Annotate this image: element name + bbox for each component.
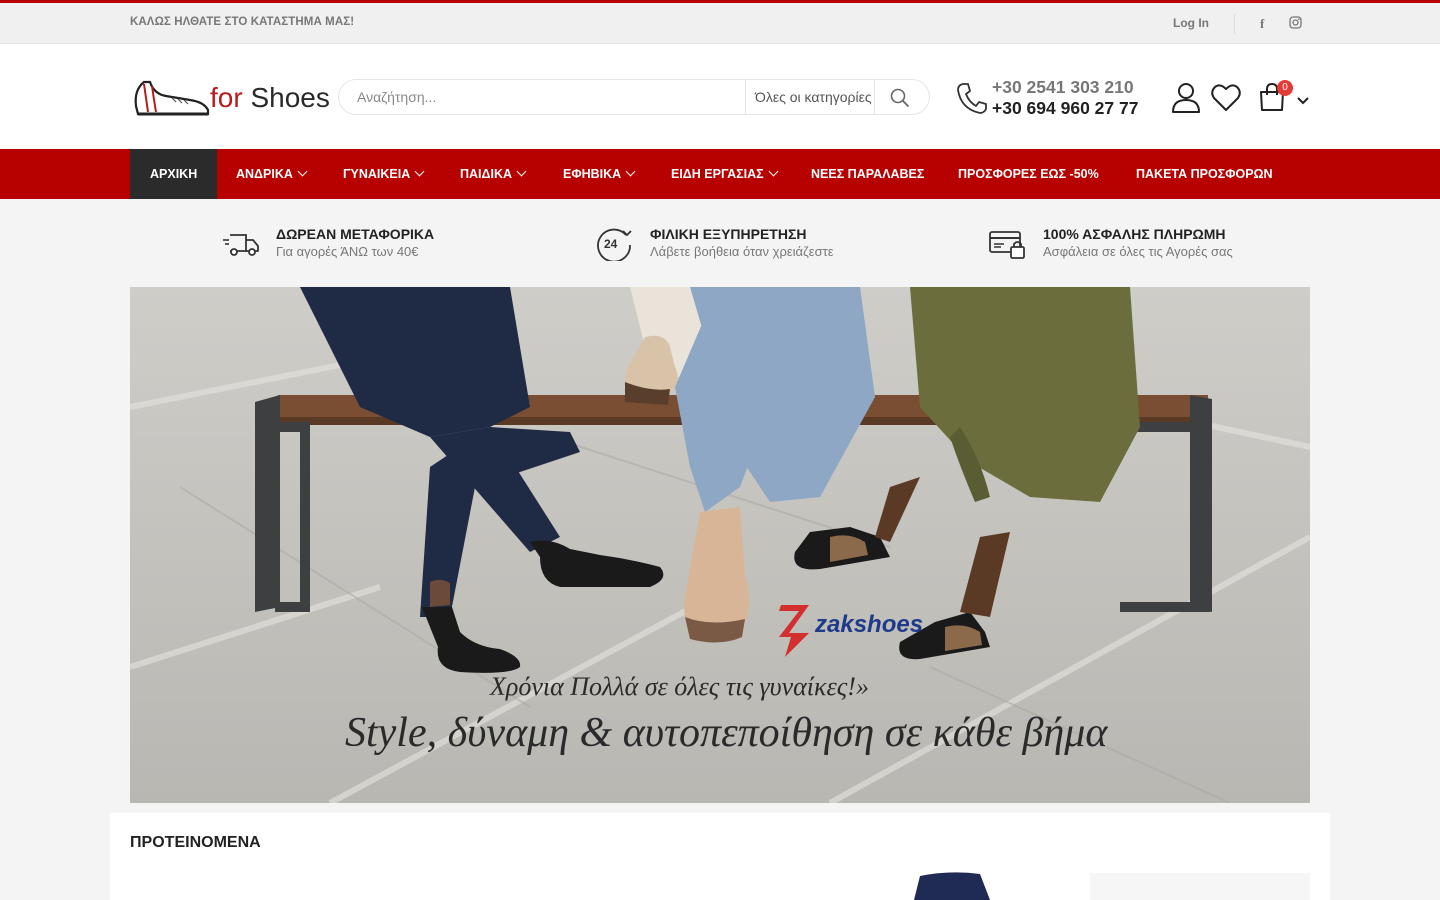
main-nav: ΑΡΧΙΚΗ ΑΝΔΡΙΚΑ ΓΥΝΑΙΚΕΙΑ ΠΑΙΔΙΚΑ ΕΦΗΒΙΚΑ… [0, 149, 1440, 199]
login-link[interactable]: Log In [1173, 16, 1209, 30]
product-image-partial[interactable] [1090, 873, 1310, 900]
hero-banner[interactable]: zakshoes Χρόνια Πολλά σε όλες τις γυναίκ… [130, 287, 1310, 803]
nav-item-offer-packages[interactable]: ΠΑΚΕΤΑ ΠΡΟΣΦΟΡΩΝ [1136, 149, 1273, 199]
divider [1234, 14, 1235, 34]
welcome-message: ΚΑΛΩΣ ΗΛΘΑΤΕ ΣΤΟ ΚΑΤΑΣΤΗΜΑ ΜΑΣ! [130, 16, 355, 28]
header: for Shoes Όλες οι κατηγορίες +30 2541 30… [0, 44, 1440, 149]
nav-item-women[interactable]: ΓΥΝΑΙΚΕΙΑ [343, 149, 425, 199]
feature-subtitle: Λάβετε βοήθεια όταν χρειάζεστε [650, 244, 834, 259]
secure-payment-icon [989, 225, 1027, 261]
chevron-down-icon [516, 166, 527, 177]
nav-item-offers[interactable]: ΠΡΟΣΦΟΡΕΣ ΕΩΣ -50% [958, 149, 1099, 199]
support-24-icon: 24 [596, 225, 634, 263]
nav-item-teens[interactable]: ΕΦΗΒΙΚΑ [563, 149, 636, 199]
phone-number-2[interactable]: +30 694 960 27 77 [992, 98, 1138, 119]
feature-title: ΔΩΡΕΑΝ ΜΕΤΑΦΟΡΙΚΑ [276, 226, 435, 242]
section-title: ΠΡΟΤΕΙΝΟΜΕΝΑ [130, 834, 261, 851]
shoe-logo-icon [134, 80, 210, 116]
phone-number-1[interactable]: +30 2541 303 210 [992, 77, 1138, 98]
user-account-icon[interactable] [1171, 82, 1201, 114]
instagram-icon[interactable] [1289, 16, 1302, 32]
logo-text: for Shoes [210, 82, 330, 113]
site-logo[interactable]: for Shoes [132, 76, 332, 121]
category-select[interactable]: Όλες οι κατηγορίες [745, 80, 875, 114]
chevron-down-icon [297, 166, 308, 177]
banner-caption-1: Χρόνια Πολλά σε όλες τις γυναίκες!» [490, 672, 869, 701]
zakshoes-brand-logo: zakshoes [775, 599, 925, 661]
product-image-partial[interactable] [910, 870, 1030, 900]
chevron-down-icon [768, 166, 779, 177]
features-bar: ΔΩΡΕΑΝ ΜΕΤΑΦΟΡΙΚΑ Για αγορές ΆΝΩ των 40€… [0, 199, 1440, 287]
nav-item-new-arrivals[interactable]: ΝΕΕΣ ΠΑΡΑΛΑΒΕΣ [811, 149, 924, 199]
search-bar: Όλες οι κατηγορίες [338, 79, 930, 115]
svg-text:24: 24 [604, 237, 618, 251]
chevron-down-icon [625, 166, 636, 177]
top-bar: ΚΑΛΩΣ ΗΛΘΑΤΕ ΣΤΟ ΚΑΤΑΣΤΗΜΑ ΜΑΣ! Log In f [0, 0, 1440, 44]
truck-icon [222, 225, 260, 261]
zakshoes-logo-icon [779, 605, 809, 657]
phone-numbers: +30 2541 303 210 +30 694 960 27 77 [992, 77, 1138, 119]
search-icon[interactable] [889, 87, 911, 109]
chevron-down-icon [414, 166, 425, 177]
nav-item-work-shoes[interactable]: ΕΙΔΗ ΕΡΓΑΣΙΑΣ [671, 149, 779, 199]
search-input[interactable] [357, 89, 737, 105]
chevron-down-icon[interactable] [1297, 92, 1309, 105]
nav-item-home[interactable]: ΑΡΧΙΚΗ [130, 149, 218, 199]
feature-subtitle: Ασφάλεια σε όλες τις Αγορές σας [1043, 244, 1233, 259]
feature-title: 100% ΑΣΦΑΛΗΣ ΠΛΗΡΩΜΗ [1043, 226, 1226, 242]
nav-item-men[interactable]: ΑΝΔΡΙΚΑ [236, 149, 308, 199]
cart-count-badge: 0 [1277, 80, 1293, 96]
feature-subtitle: Για αγορές ΆΝΩ των 40€ [276, 244, 419, 259]
featured-products-section: ΠΡΟΤΕΙΝΟΜΕΝΑ [110, 813, 1330, 900]
phone-icon [956, 81, 988, 115]
facebook-icon[interactable]: f [1260, 16, 1264, 32]
wishlist-heart-icon[interactable] [1211, 83, 1241, 112]
feature-title: ΦΙΛΙΚΗ ΕΞΥΠΗΡΕΤΗΣΗ [650, 226, 807, 242]
banner-caption-2: Style, δύναμη & αυτοπεποίθηση σε κάθε βή… [345, 710, 1108, 756]
nav-item-kids[interactable]: ΠΑΙΔΙΚΑ [460, 149, 527, 199]
